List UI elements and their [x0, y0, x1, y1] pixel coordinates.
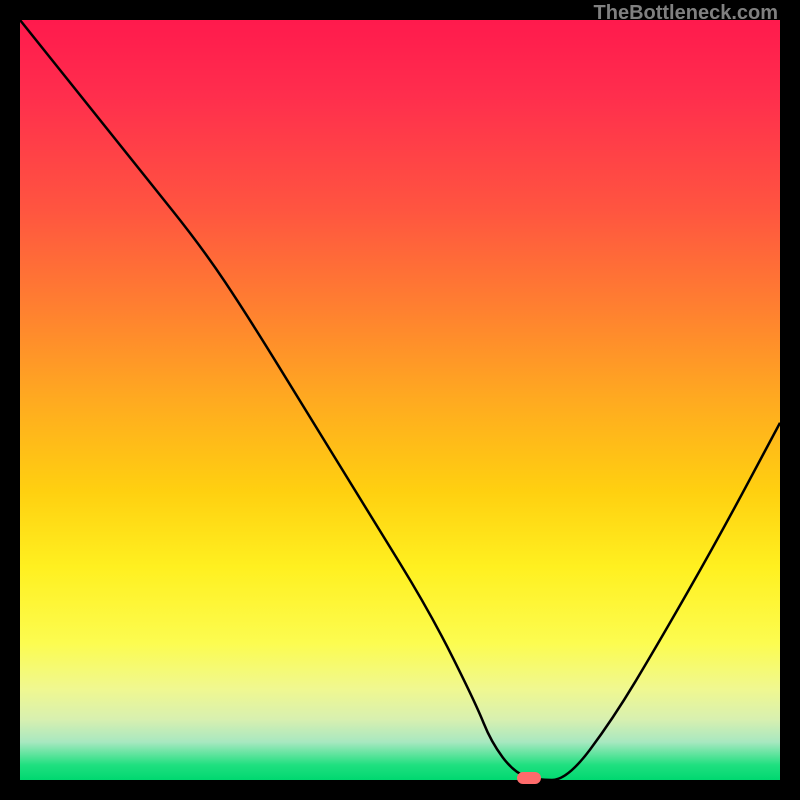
optimal-marker — [517, 772, 541, 784]
bottleneck-chart: TheBottleneck.com — [0, 0, 800, 800]
watermark-text: TheBottleneck.com — [594, 2, 778, 25]
axis-bottom — [18, 780, 782, 782]
axis-right — [780, 20, 782, 782]
bottleneck-curve-line — [20, 20, 780, 780]
curve-plot — [20, 20, 780, 780]
